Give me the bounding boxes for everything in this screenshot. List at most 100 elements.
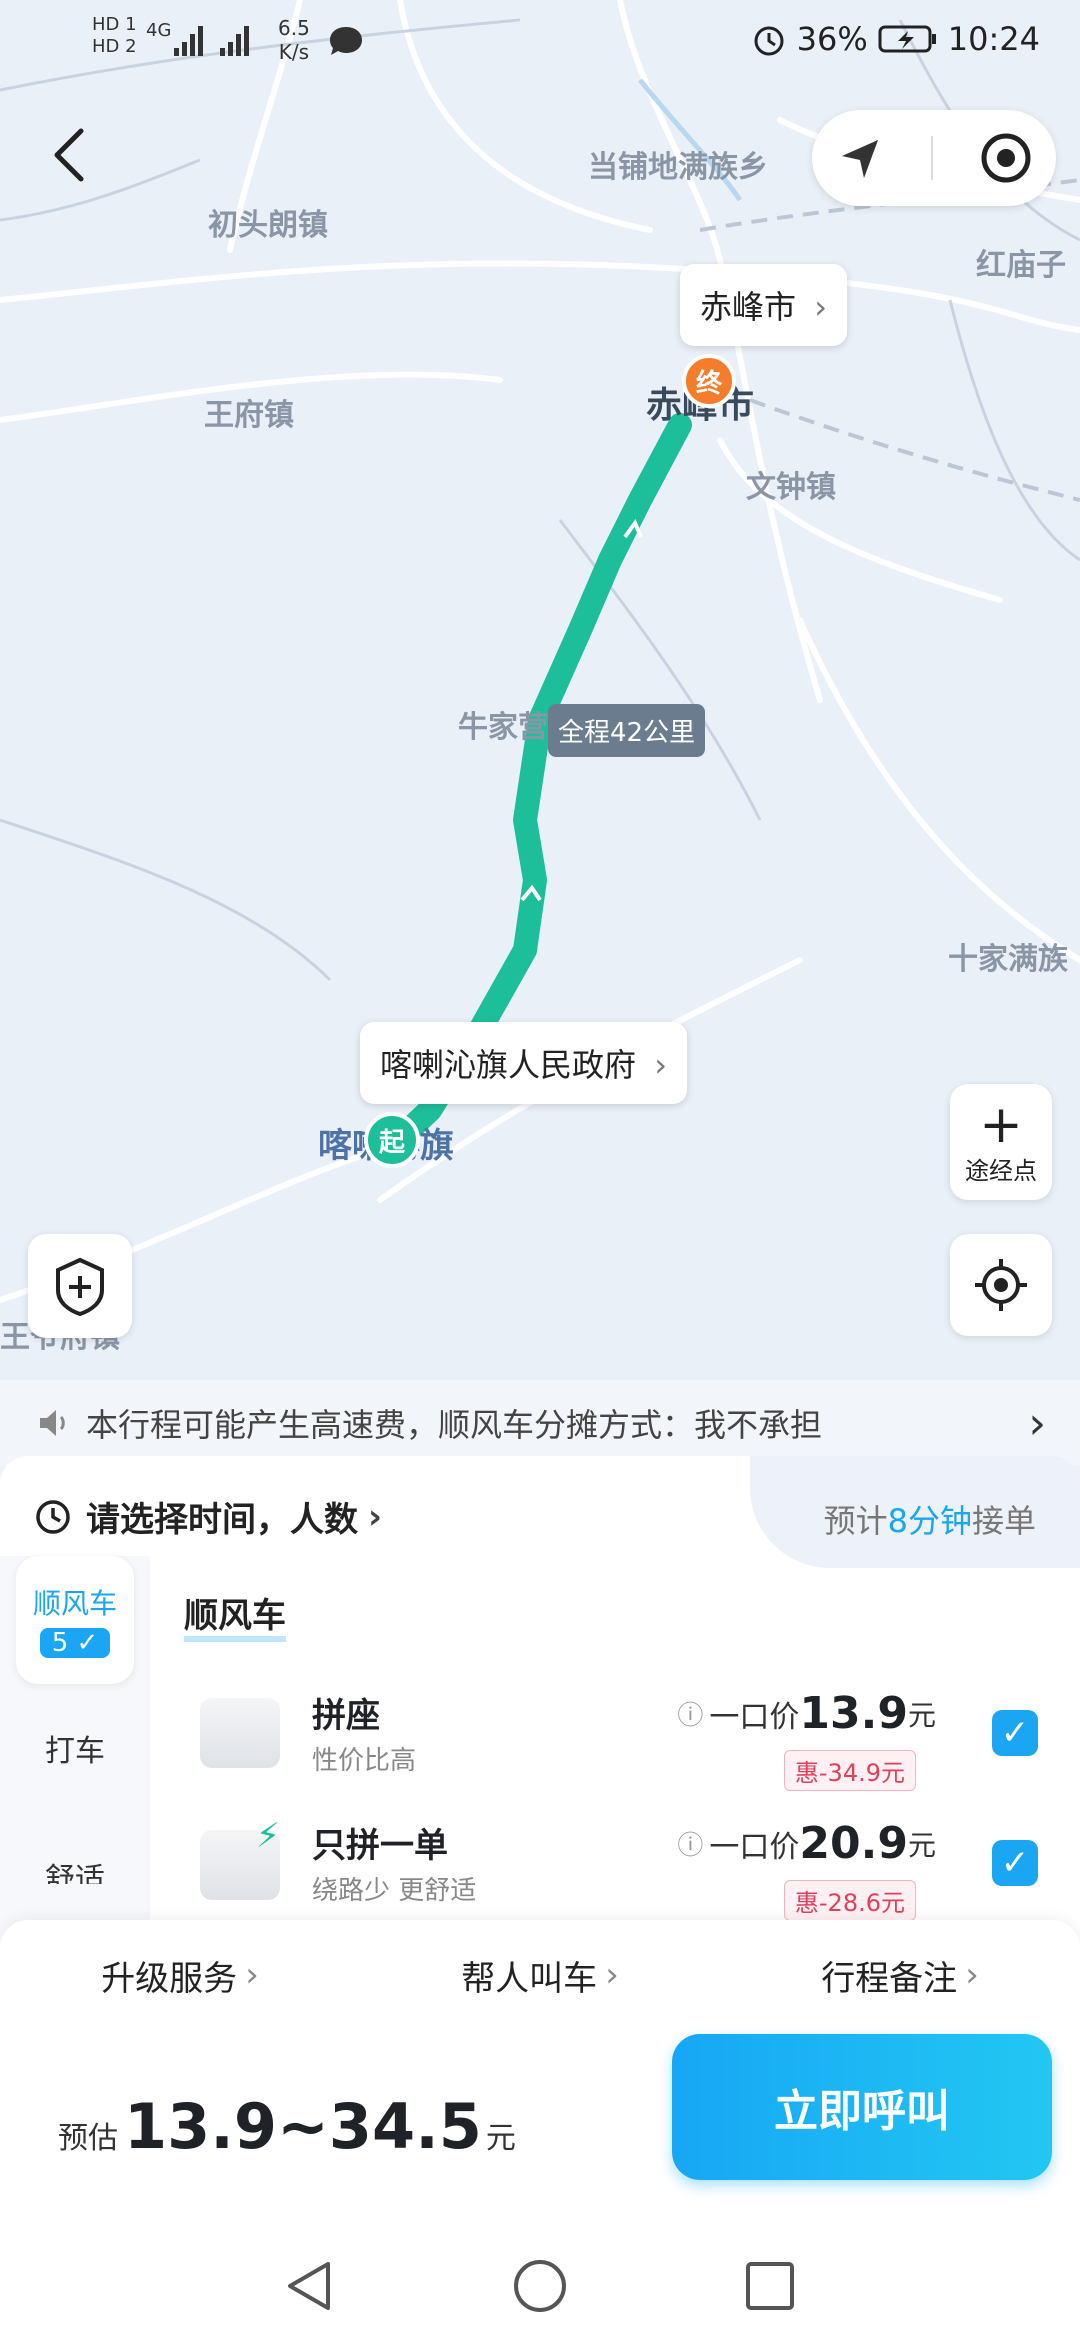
hd1-text: HD 1 — [92, 14, 137, 35]
eta-suffix: 接单 — [971, 1502, 1036, 1540]
signal-icon — [174, 26, 249, 56]
start-location-bubble[interactable]: 喀喇沁旗人民政府 › — [360, 1022, 687, 1104]
option-checkbox[interactable]: ✓ — [992, 1840, 1038, 1886]
option-checkbox[interactable]: ✓ — [992, 1710, 1038, 1756]
toll-notice-text: 本行程可能产生高速费，顺风车分摊方式：我不承担 — [86, 1406, 823, 1444]
price-value: 20.9 — [799, 1818, 908, 1869]
tab-taxi[interactable]: 打车 — [0, 1726, 150, 1770]
chevron-right-icon: › — [965, 1955, 979, 1995]
net-speed: 6.5 K/s — [278, 16, 310, 64]
network-text: 4G — [146, 20, 172, 41]
system-nav-bar — [0, 2230, 1080, 2340]
price-estimate: 预估 13.9~34.5 元 — [58, 2090, 516, 2163]
chevron-right-icon: › — [1028, 1397, 1046, 1449]
start-location-text: 喀喇沁旗人民政府 — [380, 1046, 637, 1084]
call-for-others-label: 帮人叫车 — [461, 1958, 598, 1999]
route-line — [378, 413, 692, 1160]
place-label: 王府镇 — [204, 398, 294, 433]
service-options-bar: 升级服务 › 帮人叫车 › 行程备注 › — [0, 1920, 1080, 2030]
info-icon: ⓘ — [677, 1831, 704, 1861]
call-for-others-button[interactable]: 帮人叫车 › — [461, 1951, 619, 2000]
battery-charging-icon — [878, 25, 936, 53]
price-value: 13.9 — [799, 1688, 908, 1739]
ride-option[interactable]: ⚡ 只拼一单 绕路少 更舒适 ⓘ 一口价 20.9 元 惠-28.6元 ✓ — [196, 1816, 1056, 1928]
discount-badge: 惠-34.9元 — [783, 1750, 916, 1791]
chevron-right-icon: › — [245, 1955, 259, 1995]
tab-shunfengche[interactable]: 顺风车 5 ✓ — [16, 1556, 134, 1684]
status-bar: HD 1 HD 2 4G 6.5 K/s 36% 10:24 — [0, 0, 1080, 90]
option-desc: 性价比高 — [312, 1746, 417, 1776]
eta-text: 预计8分钟接单 — [824, 1496, 1036, 1542]
discount-badge: 惠-28.6元 — [783, 1880, 916, 1921]
ride-option[interactable]: 拼座 性价比高 ⓘ 一口价 13.9 元 惠-34.9元 ✓ — [196, 1688, 1056, 1798]
hd-indicators: HD 1 HD 2 — [92, 14, 137, 58]
recents-square-icon[interactable] — [742, 2258, 798, 2314]
trip-note-button[interactable]: 行程备注 › — [821, 1951, 979, 2000]
waypoint-label: 途经点 — [965, 1156, 1037, 1185]
hd2-text: HD 2 — [92, 36, 137, 57]
place-label: 当铺地满族乡 — [588, 150, 768, 185]
tab-count: 5 — [51, 1628, 69, 1658]
record-icon[interactable] — [980, 132, 1032, 184]
clock-icon — [36, 1499, 70, 1534]
end-marker: 终 — [682, 354, 736, 408]
navigation-icon[interactable] — [836, 134, 884, 182]
battery-percent: 36% — [796, 20, 868, 58]
chevron-right-icon: › — [605, 1955, 619, 1995]
category-sidebar: 顺风车 5 ✓ 打车 舒适 — [0, 1556, 150, 1976]
section-title: 顺风车 — [184, 1596, 286, 1642]
estimate-label: 预估 — [58, 2121, 118, 2156]
place-label: 初头朗镇 — [208, 208, 328, 243]
upgrade-service-label: 升级服务 — [101, 1958, 238, 1999]
tab-comfort[interactable]: 舒适 — [0, 1854, 150, 1884]
trip-note-label: 行程备注 — [821, 1958, 958, 1999]
locate-button[interactable] — [950, 1234, 1052, 1336]
option-name: 只拼一单 — [312, 1826, 448, 1866]
place-label: 十家满族 — [948, 942, 1068, 977]
start-marker: 起 — [364, 1112, 420, 1168]
estimate-value: 13.9~34.5 — [124, 2090, 482, 2163]
distance-pill: 全程42公里 — [548, 704, 706, 757]
chevron-right-icon: › — [814, 288, 827, 326]
chevron-right-icon: › — [654, 1046, 667, 1084]
tab-count-badge: 5 ✓ — [39, 1628, 111, 1658]
eta-value: 8分钟 — [887, 1502, 972, 1540]
select-time-button[interactable]: 请选择时间，人数 › — [34, 1492, 382, 1541]
option-name: 拼座 — [312, 1696, 380, 1736]
end-location-bubble[interactable]: 赤峰市 › — [680, 264, 847, 346]
safety-button[interactable] — [28, 1234, 132, 1338]
price-label: 一口价 — [709, 1829, 800, 1865]
place-label: 红庙子 — [976, 248, 1066, 283]
map-top-controls — [812, 110, 1056, 206]
call-now-button[interactable]: 立即呼叫 — [672, 2034, 1052, 2180]
option-price: ⓘ 一口价 20.9 元 — [677, 1818, 936, 1869]
back-triangle-icon[interactable] — [282, 2258, 338, 2314]
speed-unit: K/s — [278, 40, 310, 64]
info-icon: ⓘ — [677, 1701, 704, 1731]
lightning-icon: ⚡ — [256, 1816, 280, 1856]
shield-icon — [56, 1257, 104, 1316]
select-time-text: 请选择时间，人数 — [86, 1500, 358, 1540]
toll-notice-bar[interactable]: 本行程可能产生高速费，顺风车分摊方式：我不承担 › — [0, 1380, 1080, 1466]
home-circle-icon[interactable] — [512, 2258, 568, 2314]
map-view[interactable]: 当铺地满族乡 初头朗镇 红庙子 王府镇 赤峰市 文钟镇 牛家营子镇 十家满族 喀… — [0, 0, 1080, 1380]
upgrade-service-button[interactable]: 升级服务 › — [101, 1951, 259, 2000]
add-waypoint-button[interactable]: + 途经点 — [950, 1084, 1052, 1200]
alarm-icon — [754, 26, 784, 56]
ride-panel: 请选择时间，人数 › 预计8分钟接单 顺风车 5 ✓ 打车 舒适 顺风车 拼座 … — [0, 1456, 1080, 1976]
estimate-unit: 元 — [485, 2121, 516, 2156]
place-label: 文钟镇 — [746, 470, 836, 505]
locate-icon — [975, 1259, 1027, 1311]
clock-time: 10:24 — [947, 20, 1040, 58]
option-desc: 绕路少 更舒适 — [312, 1876, 477, 1906]
chat-bubble-icon — [330, 27, 362, 55]
back-arrow-icon — [54, 128, 84, 182]
price-unit: 元 — [907, 1828, 936, 1862]
plus-icon: + — [979, 1094, 1023, 1155]
price-label: 一口价 — [709, 1699, 800, 1735]
price-unit: 元 — [907, 1698, 936, 1732]
car-seat-icon — [200, 1698, 280, 1768]
chevron-right-icon: › — [368, 1496, 383, 1537]
speed-value: 6.5 — [278, 16, 310, 40]
back-button[interactable] — [34, 120, 104, 190]
